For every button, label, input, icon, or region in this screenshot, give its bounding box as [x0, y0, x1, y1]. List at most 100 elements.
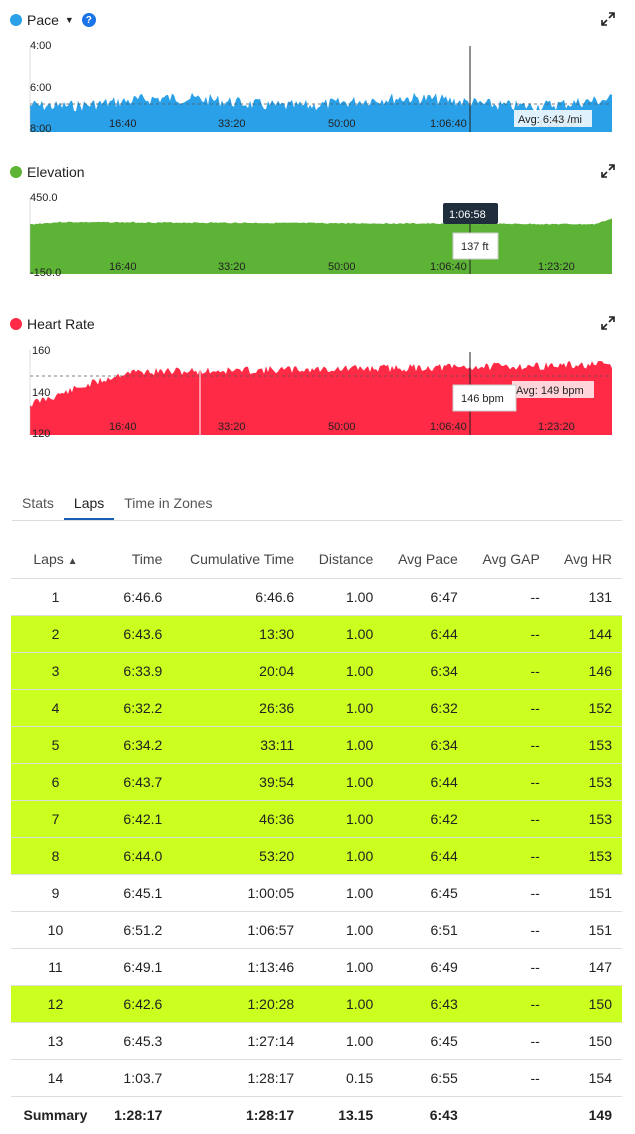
table-cell-hr: 131: [549, 578, 622, 616]
table-cell-hr: 144: [549, 615, 622, 653]
tab-laps[interactable]: Laps: [63, 486, 115, 520]
elevation-chart-title: Elevation: [27, 164, 85, 180]
summary-cell-pace: 6:43: [383, 1096, 468, 1133]
table-cell-dist: 1.00: [304, 615, 384, 653]
laps-table: Laps ▲ Time Cumulative Time Distance Avg…: [11, 540, 622, 1133]
summary-cell-time: 1:28:17: [99, 1096, 173, 1133]
table-row[interactable]: 8 6:44.0 53:20 1.00 6:44 -- 153: [11, 837, 622, 875]
table-cell-hr: 150: [549, 1022, 622, 1060]
table-cell-time: 6:42.6: [99, 985, 173, 1023]
table-cell-gap: --: [467, 1059, 550, 1097]
table-cell-lap: 1: [11, 578, 100, 616]
table-cell-cum: 39:54: [172, 763, 305, 801]
table-cell-hr: 151: [549, 874, 622, 912]
table-cell-lap: 10: [11, 911, 100, 949]
table-cell-pace: 6:45: [383, 874, 468, 912]
elevation-chart: Elevation 450.0 -150.0 16:40 33:20 50:00…: [0, 152, 635, 282]
table-cell-pace: 6:34: [383, 726, 468, 764]
pace-chart: Pace ▼ ? 4:00 6:00 8:00 16:40 33:20 50:0…: [0, 0, 635, 140]
table-cell-pace: 6:32: [383, 689, 468, 727]
summary-cell-hr: 149: [549, 1096, 622, 1133]
table-cell-gap: --: [467, 726, 550, 764]
table-cell-hr: 146: [549, 652, 622, 690]
elevation-plot[interactable]: 450.0 -150.0 16:40 33:20 50:00 1:06:40 1…: [0, 190, 635, 280]
table-cell-lap: 13: [11, 1022, 100, 1060]
expand-icon[interactable]: [601, 12, 615, 26]
table-row[interactable]: 1 6:46.6 6:46.6 1.00 6:47 -- 131: [11, 578, 622, 616]
table-cell-gap: --: [467, 578, 550, 616]
column-header-avg-gap[interactable]: Avg GAP: [468, 540, 550, 579]
table-cell-pace: 6:34: [383, 652, 468, 690]
table-row[interactable]: 4 6:32.2 26:36 1.00 6:32 -- 152: [11, 689, 622, 727]
table-cell-lap: 2: [11, 615, 100, 653]
table-cell-gap: --: [467, 689, 550, 727]
heart-rate-y-tick: 140: [32, 387, 50, 399]
table-row[interactable]: 9 6:45.1 1:00:05 1.00 6:45 -- 151: [11, 874, 622, 912]
table-row[interactable]: 2 6:43.6 13:30 1.00 6:44 -- 144: [11, 615, 622, 653]
table-cell-gap: --: [467, 652, 550, 690]
table-cell-dist: 1.00: [304, 837, 384, 875]
table-cell-cum: 33:11: [172, 726, 305, 764]
heart-rate-x-tick: 1:06:40: [430, 421, 467, 433]
table-row[interactable]: 5 6:34.2 33:11 1.00 6:34 -- 153: [11, 726, 622, 764]
table-cell-dist: 1.00: [304, 763, 384, 801]
table-cell-dist: 1.00: [304, 689, 384, 727]
tab-time-in-zones[interactable]: Time in Zones: [114, 486, 222, 520]
column-header-time[interactable]: Time: [100, 540, 172, 579]
column-header-laps[interactable]: Laps ▲: [11, 540, 100, 579]
pace-plot[interactable]: 4:00 6:00 8:00 16:40 33:20 50:00 1:06:40…: [0, 38, 635, 138]
table-cell-time: 6:34.2: [99, 726, 173, 764]
table-row[interactable]: 14 1:03.7 1:28:17 0.15 6:55 -- 154: [11, 1059, 622, 1097]
table-cell-time: 1:03.7: [99, 1059, 173, 1097]
table-cell-time: 6:32.2: [99, 689, 173, 727]
elevation-hover-value: 137 ft: [461, 241, 489, 253]
heart-rate-x-tick: 16:40: [109, 421, 137, 433]
table-cell-lap: 14: [11, 1059, 100, 1097]
table-cell-cum: 26:36: [172, 689, 305, 727]
summary-row: Summary 1:28:17 1:28:17 13.15 6:43 149: [11, 1096, 622, 1133]
table-cell-gap: --: [467, 763, 550, 801]
column-header-distance[interactable]: Distance: [304, 540, 383, 579]
summary-cell-lap: Summary: [11, 1096, 100, 1133]
table-cell-gap: --: [467, 985, 550, 1023]
table-cell-lap: 4: [11, 689, 100, 727]
table-cell-lap: 6: [11, 763, 100, 801]
table-row[interactable]: 13 6:45.3 1:27:14 1.00 6:45 -- 150: [11, 1022, 622, 1060]
help-icon[interactable]: ?: [81, 13, 96, 27]
table-row[interactable]: 3 6:33.9 20:04 1.00 6:34 -- 146: [11, 652, 622, 690]
table-row[interactable]: 10 6:51.2 1:06:57 1.00 6:51 -- 151: [11, 911, 622, 949]
tab-stats[interactable]: Stats: [12, 486, 64, 520]
table-cell-time: 6:49.1: [99, 948, 173, 986]
column-header-avg-hr[interactable]: Avg HR: [550, 540, 622, 579]
column-header-cumulative-time[interactable]: Cumulative Time: [172, 540, 304, 579]
table-row[interactable]: 7 6:42.1 46:36 1.00 6:42 -- 153: [11, 800, 622, 838]
table-cell-cum: 53:20: [172, 837, 305, 875]
pace-x-tick: 1:06:40: [430, 118, 467, 130]
heart-rate-chart: Heart Rate 160 140 120 16:40 33:20 50:00…: [0, 304, 635, 444]
heart-rate-plot[interactable]: 160 140 120 16:40 33:20 50:00 1:06:40 1:…: [0, 342, 635, 438]
table-cell-dist: 1.00: [304, 800, 384, 838]
table-cell-hr: 151: [549, 911, 622, 949]
caret-down-icon[interactable]: ▼: [65, 15, 74, 25]
heart-rate-avg-label: Avg: 149 bpm: [516, 385, 584, 397]
elevation-x-tick: 33:20: [218, 261, 246, 273]
heart-rate-legend-dot: [10, 318, 22, 330]
table-cell-dist: 1.00: [304, 948, 384, 986]
column-header-avg-pace[interactable]: Avg Pace: [383, 540, 468, 579]
expand-icon[interactable]: [601, 164, 615, 178]
elevation-x-tick: 16:40: [109, 261, 137, 273]
table-cell-lap: 5: [11, 726, 100, 764]
heart-rate-hover-value: 146 bpm: [461, 393, 504, 405]
heart-rate-chart-title: Heart Rate: [27, 316, 95, 332]
table-row[interactable]: 6 6:43.7 39:54 1.00 6:44 -- 153: [11, 763, 622, 801]
pace-chart-title: Pace: [27, 12, 59, 28]
table-cell-pace: 6:55: [383, 1059, 468, 1097]
table-cell-pace: 6:44: [383, 763, 468, 801]
expand-icon[interactable]: [601, 316, 615, 330]
pace-legend-dot: [10, 14, 22, 26]
table-row[interactable]: 12 6:42.6 1:20:28 1.00 6:43 -- 150: [11, 985, 622, 1023]
table-cell-hr: 147: [549, 948, 622, 986]
table-row[interactable]: 11 6:49.1 1:13:46 1.00 6:49 -- 147: [11, 948, 622, 986]
table-cell-lap: 3: [11, 652, 100, 690]
table-cell-gap: --: [467, 948, 550, 986]
